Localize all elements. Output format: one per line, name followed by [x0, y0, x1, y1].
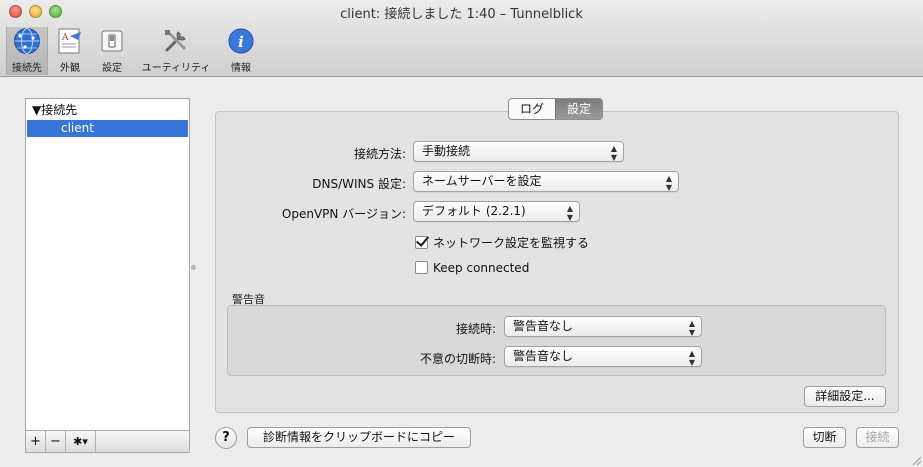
toolbar-settings[interactable]: 設定 — [96, 27, 128, 75]
on-disconnect-sound-popup[interactable]: 警告音なし ▲ ▼ — [504, 346, 702, 367]
add-connection-button[interactable]: + — [26, 431, 46, 452]
tools-icon — [165, 30, 186, 52]
toolbar-appearance[interactable]: A 外観 — [54, 27, 86, 75]
dns-wins-label: DNS/WINS 設定: — [312, 177, 406, 191]
toolbar-label: 接続先 — [12, 63, 42, 74]
connect-method-popup[interactable]: 手動接続 ▲ ▼ — [413, 141, 624, 162]
checkbox-checked-icon — [415, 236, 428, 249]
monitor-network-label: ネットワーク設定を監視する — [433, 236, 590, 250]
disconnect-button[interactable]: 切断 — [803, 427, 846, 448]
tab-log[interactable]: ログ — [509, 99, 555, 119]
remove-connection-button[interactable]: − — [46, 431, 66, 452]
connect-method-value: 手動接続 — [422, 144, 471, 158]
resize-grip-icon[interactable] — [911, 455, 921, 465]
titlebar: client: 接続しました 1:40 – Tunnelblick 接続先 A … — [0, 0, 923, 77]
connections-list: ▼接続先 client + − ✱▾ — [25, 98, 190, 453]
switch-settings-icon — [101, 30, 123, 52]
keep-connected-checkbox[interactable]: Keep connected — [415, 261, 529, 275]
on-connect-label: 接続時: — [455, 322, 496, 336]
connect-button[interactable]: 接続 — [856, 427, 899, 448]
popup-arrows-icon: ▲ ▼ — [610, 144, 617, 162]
tab-settings[interactable]: 設定 — [555, 99, 603, 119]
openvpn-version-label: OpenVPN バージョン: — [281, 207, 406, 221]
list-item-client[interactable]: client — [27, 120, 188, 137]
checkbox-unchecked-icon — [415, 261, 428, 274]
monitor-network-checkbox[interactable]: ネットワーク設定を監視する — [415, 234, 589, 251]
on-connect-sound-value: 警告音なし — [513, 319, 574, 333]
toolbar-utilities[interactable]: ユーティリティ — [137, 27, 215, 75]
help-button[interactable]: ? — [215, 427, 237, 449]
dns-wins-popup[interactable]: ネームサーバーを設定 ▲ ▼ — [413, 171, 679, 192]
info-icon: i — [228, 28, 254, 54]
on-connect-sound-popup[interactable]: 警告音なし ▲ ▼ — [504, 316, 702, 337]
popup-arrows-icon: ▲ ▼ — [566, 204, 573, 222]
window-title: client: 接続しました 1:40 – Tunnelblick — [340, 7, 583, 22]
tunnelblick-window: client: 接続しました 1:40 – Tunnelblick 接続先 A … — [0, 0, 923, 467]
keep-connected-label: Keep connected — [433, 261, 530, 275]
popup-arrows-icon: ▲ ▼ — [688, 349, 695, 367]
toolbar-info[interactable]: i 情報 — [226, 27, 256, 75]
on-disconnect-sound-value: 警告音なし — [513, 349, 574, 363]
toolbar-label: ユーティリティ — [141, 63, 211, 74]
svg-text:i: i — [238, 33, 244, 51]
advanced-settings-button[interactable]: 詳細設定... — [804, 386, 886, 407]
toolbar-label: 設定 — [102, 63, 122, 74]
svg-text:A: A — [61, 33, 69, 43]
openvpn-version-value: デフォルト (2.2.1) — [422, 204, 526, 218]
toolbar-label: 外観 — [60, 63, 80, 74]
copy-diagnostics-button[interactable]: 診断情報をクリップボードにコピー — [247, 427, 471, 448]
popup-arrows-icon: ▲ ▼ — [688, 319, 695, 337]
openvpn-version-popup[interactable]: デフォルト (2.2.1) ▲ ▼ — [413, 201, 580, 222]
connect-method-label: 接続方法: — [353, 147, 406, 161]
split-view-handle[interactable] — [191, 265, 196, 270]
dns-wins-value: ネームサーバーを設定 — [422, 174, 542, 188]
tab-selector: ログ 設定 — [508, 98, 604, 120]
gear-menu-button[interactable]: ✱▾ — [66, 431, 96, 452]
toolbar-label: 情報 — [231, 63, 251, 74]
popup-arrows-icon: ▲ ▼ — [665, 174, 672, 192]
network-globe-icon — [14, 28, 40, 54]
toolbar-connections[interactable]: 接続先 — [6, 27, 48, 75]
appearance-icon: A — [58, 28, 81, 54]
connections-group-header[interactable]: ▼接続先 — [32, 101, 77, 118]
list-bottom-bar: + − ✱▾ — [26, 430, 189, 452]
on-disconnect-label: 不意の切断時: — [419, 352, 496, 366]
